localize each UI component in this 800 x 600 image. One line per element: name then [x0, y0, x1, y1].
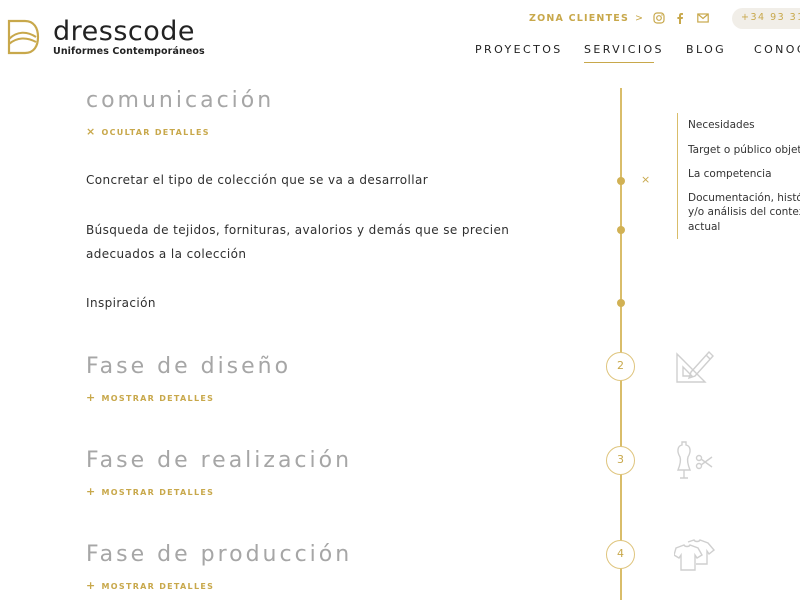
step-number[interactable]: 3	[606, 446, 635, 475]
timeline-dot[interactable]	[617, 299, 625, 307]
timeline-line	[620, 88, 622, 600]
brand-name[interactable]: dresscode	[53, 16, 195, 47]
design-tools-icon	[676, 350, 714, 383]
brand-tagline: Uniformes Contemporáneos	[53, 46, 205, 57]
show-details-label: MOSTRAR DETALLES	[101, 488, 215, 497]
plus-icon: +	[86, 579, 97, 592]
chevron-right-icon: >	[635, 13, 645, 24]
detail-item: y/o análisis del contexto	[688, 206, 800, 218]
step-number[interactable]: 4	[606, 540, 635, 569]
mail-icon[interactable]	[697, 12, 709, 24]
dresscode-logo-icon[interactable]	[5, 17, 41, 57]
step-number[interactable]: 2	[606, 352, 635, 381]
facebook-icon[interactable]	[674, 12, 686, 24]
timeline-dot[interactable]	[617, 226, 625, 234]
phase-title: Fase de producción	[86, 542, 353, 567]
timeline-dot[interactable]	[617, 177, 625, 185]
hide-details-label: OCULTAR DETALLES	[101, 128, 210, 137]
phase-title: Fase de realización	[86, 448, 353, 473]
close-details-icon[interactable]: ×	[641, 173, 650, 186]
task-item: adecuados a la colección	[86, 247, 247, 261]
show-details-button[interactable]: + MOSTRAR DETALLES	[86, 391, 214, 404]
nav-servicios[interactable]: SERVICIOS	[584, 43, 664, 56]
show-details-button[interactable]: + MOSTRAR DETALLES	[86, 579, 214, 592]
nav-conocenos[interactable]: CONOC	[754, 43, 800, 56]
detail-item: Target o público objetivo	[688, 144, 800, 156]
phase-title: Fase de diseño	[86, 354, 292, 379]
task-item: Inspiración	[86, 296, 156, 310]
close-icon: ×	[86, 125, 97, 138]
client-zone-label: ZONA CLIENTES	[529, 13, 629, 24]
plus-icon: +	[86, 485, 97, 498]
active-nav-underline	[584, 62, 654, 63]
show-details-button[interactable]: + MOSTRAR DETALLES	[86, 485, 214, 498]
detail-item: Documentación, histórico	[688, 192, 800, 204]
plus-icon: +	[86, 391, 97, 404]
tshirts-icon	[674, 539, 716, 571]
mannequin-scissors-icon	[676, 441, 713, 479]
detail-item: Necesidades	[688, 119, 755, 131]
detail-item: La competencia	[688, 168, 772, 180]
hide-details-button[interactable]: × OCULTAR DETALLES	[86, 125, 210, 138]
instagram-icon[interactable]	[653, 12, 665, 24]
show-details-label: MOSTRAR DETALLES	[101, 582, 215, 591]
task-item: Búsqueda de tejidos, fornituras, avalori…	[86, 223, 510, 237]
phase-title-comunicacion: comunicación	[86, 88, 275, 113]
detail-item: actual	[688, 221, 721, 233]
task-item: Concretar el tipo de colección que se va…	[86, 173, 429, 187]
client-zone-link[interactable]: ZONA CLIENTES >	[529, 13, 644, 24]
phone-pill[interactable]: +34 93 318	[732, 8, 800, 29]
nav-blog[interactable]: BLOG	[686, 43, 726, 56]
show-details-label: MOSTRAR DETALLES	[101, 394, 215, 403]
nav-proyectos[interactable]: PROYECTOS	[475, 43, 563, 56]
